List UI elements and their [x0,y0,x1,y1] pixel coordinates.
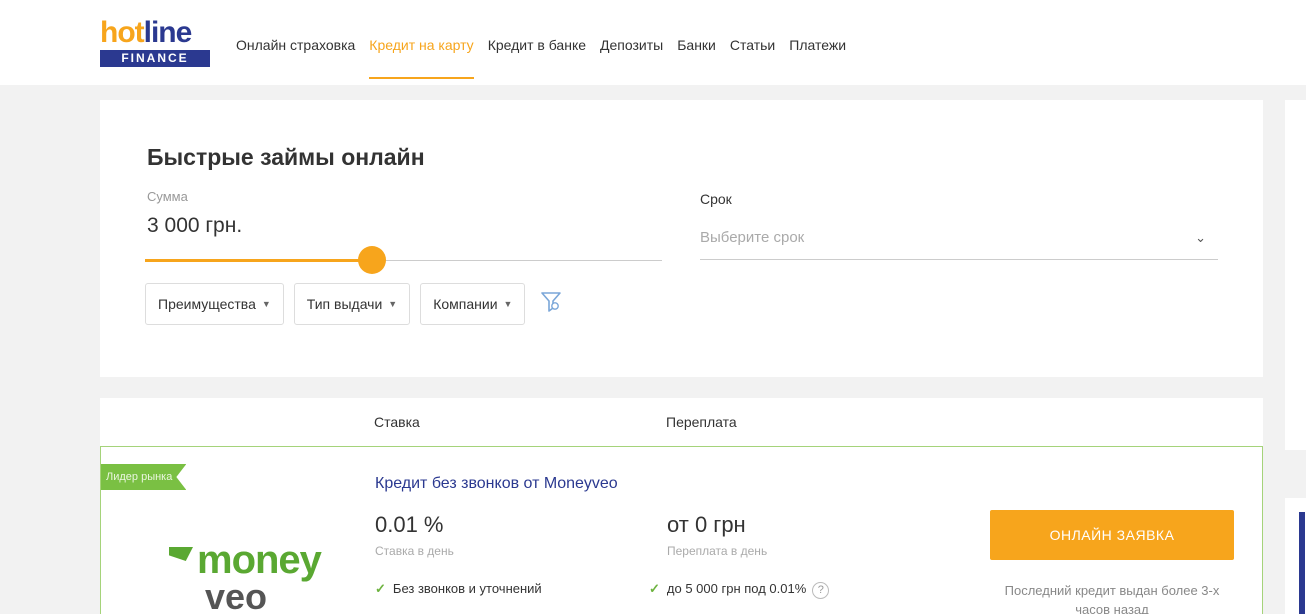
feature-item: ✓ Без звонков и уточнений [375,581,542,597]
hotline-finance-logo[interactable]: hotline FINANCE [100,18,212,74]
top-header: hotline FINANCE Онлайн страховка Кредит … [0,0,1306,85]
nav-item-insurance[interactable]: Онлайн страховка [236,0,355,85]
feature-text: до 5 000 грн под 0.01% [666,581,807,596]
nav-item-banks[interactable]: Банки [677,0,716,85]
sidebar-card [1285,498,1306,614]
logo-finance-label: FINANCE [100,50,210,67]
check-icon: ✓ [375,581,386,596]
nav-item-articles[interactable]: Статьи [730,0,775,85]
column-header-overpay: Переплата [666,414,737,430]
moneyveo-logo-text: veo [205,576,268,614]
companies-dropdown[interactable]: Компании ▼ [420,283,526,325]
sidebar-card [1285,100,1306,450]
chevron-down-icon: ⌄ [1195,230,1206,245]
feature-item: ✓ до 5 000 грн под 0.01%? [649,581,830,599]
advantages-dropdown-label: Преимущества [158,296,256,312]
overpay-value: от 0 грн [667,512,746,537]
term-placeholder: Выберите срок [700,229,805,246]
check-icon: ✓ [649,581,660,596]
moneyveo-flag-icon [169,547,193,561]
sum-slider[interactable] [145,246,662,274]
page-title: Быстрые займы онлайн [147,144,425,170]
chevron-down-icon: ▼ [503,299,513,309]
nav-item-card-credit[interactable]: Кредит на карту [369,0,475,85]
chevron-down-icon: ▼ [261,299,271,309]
nav-item-payments[interactable]: Платежи [789,0,846,85]
rate-value: 0.01 % [375,512,444,537]
issue-type-dropdown-label: Тип выдачи [306,296,383,312]
offer-title-link[interactable]: Кредит без звонков от Moneyveo [375,475,618,493]
sum-value: 3 000 грн. [147,214,243,237]
rate-label: Ставка в день [375,544,454,558]
filter-chips: Преимущества ▼ Тип выдачи ▼ Компании ▼ [145,283,562,325]
last-issued-note: Последний кредит выдан более 3-х часов н… [1004,583,1220,614]
moneyveo-logo-text: money [197,538,322,582]
overpay-label: Переплата в день [667,544,768,558]
nav-item-bank-credit[interactable]: Кредит в банке [488,0,586,85]
logo-wordmark: hotline [100,16,192,49]
sum-slider-fill [145,259,373,262]
moneyveo-logo[interactable]: money veo [165,539,325,614]
companies-dropdown-label: Компании [433,296,498,312]
advantages-dropdown[interactable]: Преимущества ▼ [145,283,284,325]
sum-slider-handle[interactable] [358,246,387,274]
funnel-icon[interactable] [541,291,562,313]
offer-row: Лидер рынка money veo Кредит без звонков… [100,446,1263,614]
offers-list: Ставка Переплата Лидер рынка money veo К… [100,398,1263,614]
nav-item-deposits[interactable]: Депозиты [600,0,663,85]
main-nav: Онлайн страховка Кредит на карту Кредит … [236,0,860,85]
issue-type-dropdown[interactable]: Тип выдачи ▼ [293,283,411,325]
term-label: Срок [700,191,732,207]
help-icon[interactable]: ? [812,582,830,599]
sum-label: Сумма [147,189,188,204]
column-header-rate: Ставка [374,414,420,430]
market-leader-badge: Лидер рынка [101,464,186,490]
term-select[interactable]: Выберите срок ⌄ [700,220,1218,260]
loan-filter-panel: Быстрые займы онлайн Сумма 3 000 грн. Ср… [100,100,1263,377]
online-application-button[interactable]: ОНЛАЙН ЗАЯВКА [990,510,1234,560]
chevron-down-icon: ▼ [388,299,398,309]
feature-text: Без звонков и уточнений [392,581,542,596]
